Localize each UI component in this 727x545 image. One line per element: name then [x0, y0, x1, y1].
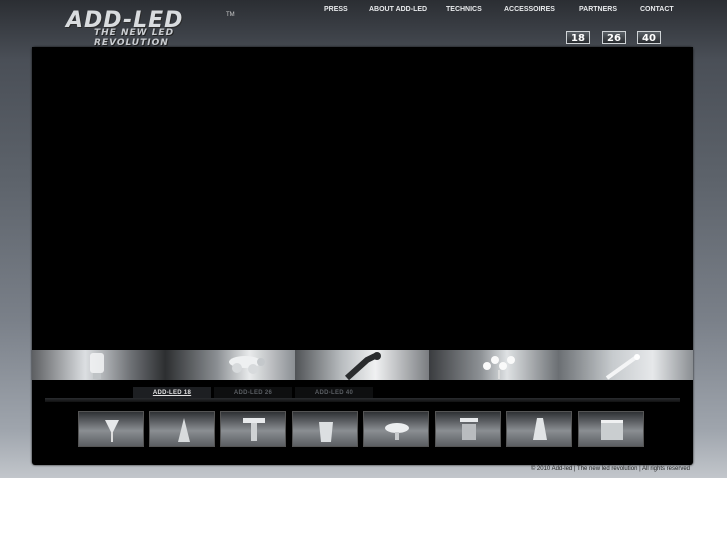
nav-partners[interactable]: PARTNERS	[579, 6, 617, 13]
thumb-product-8[interactable]	[578, 411, 644, 447]
lamp-cluster-icon	[229, 356, 265, 374]
product-image	[178, 418, 190, 442]
thumb-product-3[interactable]	[220, 411, 286, 447]
thumb-product-7[interactable]	[506, 411, 572, 447]
gallery-item-3[interactable]	[295, 350, 429, 380]
footer-copyright: © 2010 Add-led | The new led revolution …	[530, 466, 690, 472]
size-26-button[interactable]: 26	[602, 31, 626, 44]
gallery-item-2[interactable]	[165, 350, 295, 380]
lamp-chandelier-icon	[483, 356, 515, 379]
thumb-product-4[interactable]	[292, 411, 358, 447]
page-background: ADD-LED TM THE NEW LED REVOLUTION PRESS …	[0, 0, 727, 478]
gallery-item-1[interactable]	[32, 350, 165, 380]
product-image	[243, 418, 265, 441]
size-18-button[interactable]: 18	[566, 31, 590, 44]
lamp-arm-icon	[344, 352, 381, 380]
product-image	[601, 420, 623, 440]
lamp-spot-icon	[605, 354, 640, 380]
brand-logo[interactable]: ADD-LED TM THE NEW LED REVOLUTION	[66, 8, 251, 48]
nav-press[interactable]: PRESS	[324, 6, 348, 13]
product-image	[533, 418, 547, 440]
thumb-product-5[interactable]	[363, 411, 429, 447]
logo-tagline: THE NEW LED REVOLUTION	[94, 28, 175, 48]
nav-about[interactable]: ABOUT ADD-LED	[369, 6, 427, 13]
gallery-item-5[interactable]	[559, 350, 693, 380]
product-image	[319, 422, 333, 442]
lamp-tube-icon	[90, 353, 104, 379]
product-image	[105, 420, 119, 442]
product-gallery-strip	[32, 350, 693, 380]
logo-trademark: TM	[226, 12, 235, 18]
thumb-product-2[interactable]	[149, 411, 215, 447]
gallery-item-4[interactable]	[429, 350, 559, 380]
nav-technics[interactable]: TECHNICS	[446, 6, 482, 13]
thumb-product-6[interactable]	[435, 411, 501, 447]
product-image	[385, 423, 409, 440]
top-navigation: PRESS ABOUT ADD-LED TECHNICS ACCESSOIRES…	[315, 6, 695, 18]
nav-contact[interactable]: CONTACT	[640, 6, 674, 13]
video-area[interactable]	[32, 47, 693, 350]
thumb-product-1[interactable]	[78, 411, 144, 447]
main-stage: ADD-LED 18 ADD-LED 26 ADD-LED 40	[32, 47, 693, 465]
nav-accessoires[interactable]: ACCESSOIRES	[504, 6, 555, 13]
size-40-button[interactable]: 40	[637, 31, 661, 44]
tab-divider	[45, 398, 680, 402]
product-image	[460, 418, 478, 440]
